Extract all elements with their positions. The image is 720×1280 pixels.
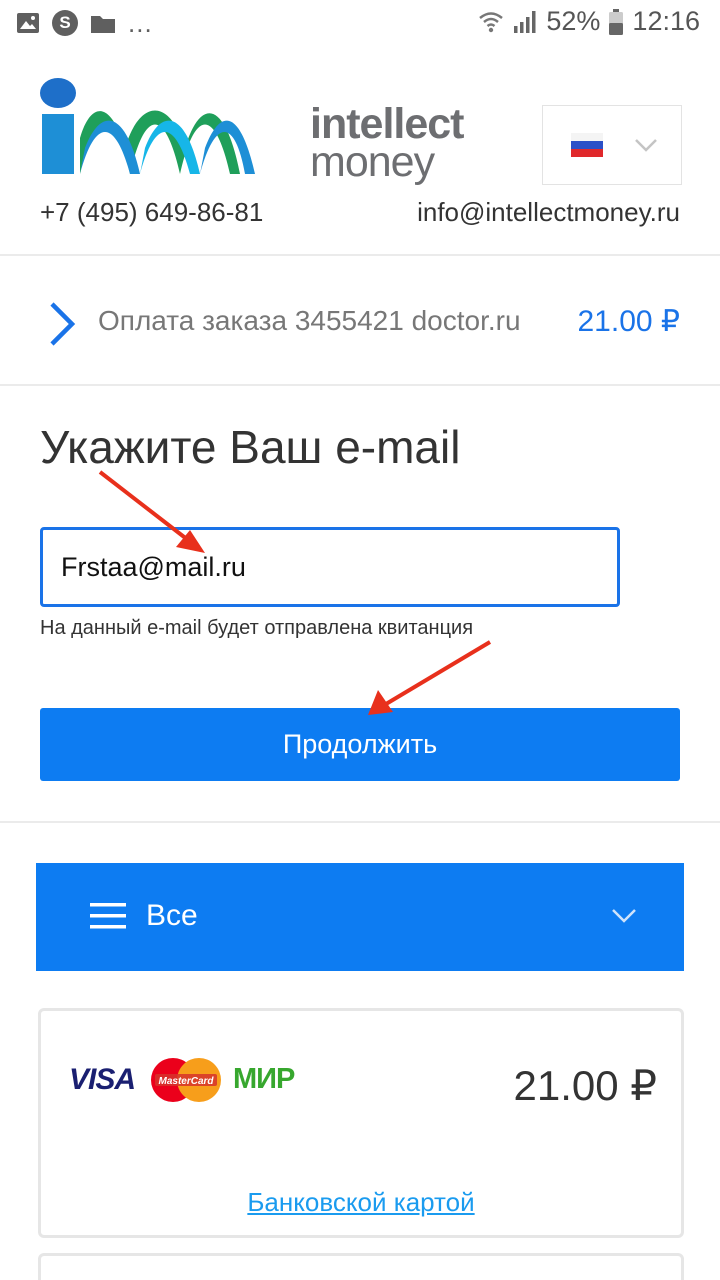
menu-icon (90, 903, 126, 929)
status-bar: S ... 52% 12:16 (0, 0, 720, 50)
continue-button[interactable]: Продолжить (40, 708, 680, 781)
svg-text:MasterCard: MasterCard (158, 1076, 214, 1087)
logo-mark (40, 78, 255, 174)
image-icon (17, 13, 39, 33)
visa-logo: VISA (69, 1063, 136, 1096)
payment-option-next[interactable] (38, 1253, 684, 1280)
contact-phone[interactable]: +7 (495) 649-86-81 (40, 197, 263, 228)
signal-icon (514, 10, 536, 33)
payment-filter-value: Все (146, 899, 198, 932)
divider (0, 254, 720, 256)
email-field[interactable] (40, 527, 620, 607)
battery-icon (609, 8, 624, 35)
clock: 12:16 (632, 6, 700, 36)
contact-email[interactable]: info@intellectmoney.ru (417, 197, 680, 228)
skype-icon: S (52, 10, 78, 36)
battery-percent: 52% (546, 6, 601, 36)
chevron-down-icon (612, 909, 636, 923)
language-selector[interactable] (542, 105, 682, 185)
mastercard-logo: MasterCard (151, 1058, 221, 1102)
payment-amount: 21.00 ₽ (513, 1062, 658, 1109)
mir-logo: МИР (233, 1063, 295, 1095)
chevron-right-icon[interactable] (44, 298, 80, 350)
bank-card-link[interactable]: Банковской картой (41, 1187, 681, 1218)
divider (0, 821, 720, 823)
payment-filter-dropdown[interactable]: Все (36, 863, 684, 971)
divider (0, 384, 720, 386)
brand-name-line2: money (310, 138, 435, 186)
russia-flag-icon (571, 133, 657, 157)
status-overflow: ... (128, 8, 153, 38)
order-description[interactable]: Оплата заказа 3455421 doctor.ru (98, 305, 543, 337)
order-amount: 21.00 ₽ (577, 305, 681, 338)
page-title: Укажите Ваш e-mail (40, 421, 461, 473)
brand-logo[interactable]: intellect money (40, 78, 464, 188)
email-hint: На данный e-mail будет отправлена квитан… (40, 617, 474, 639)
chevron-down-icon (635, 139, 657, 152)
payment-option-bank-card[interactable]: VISA MasterCard МИР 21.00 ₽ Банковской к… (38, 1008, 684, 1238)
folder-icon (91, 15, 115, 33)
wifi-icon (479, 11, 504, 32)
annotation-arrow-continue (368, 640, 492, 715)
